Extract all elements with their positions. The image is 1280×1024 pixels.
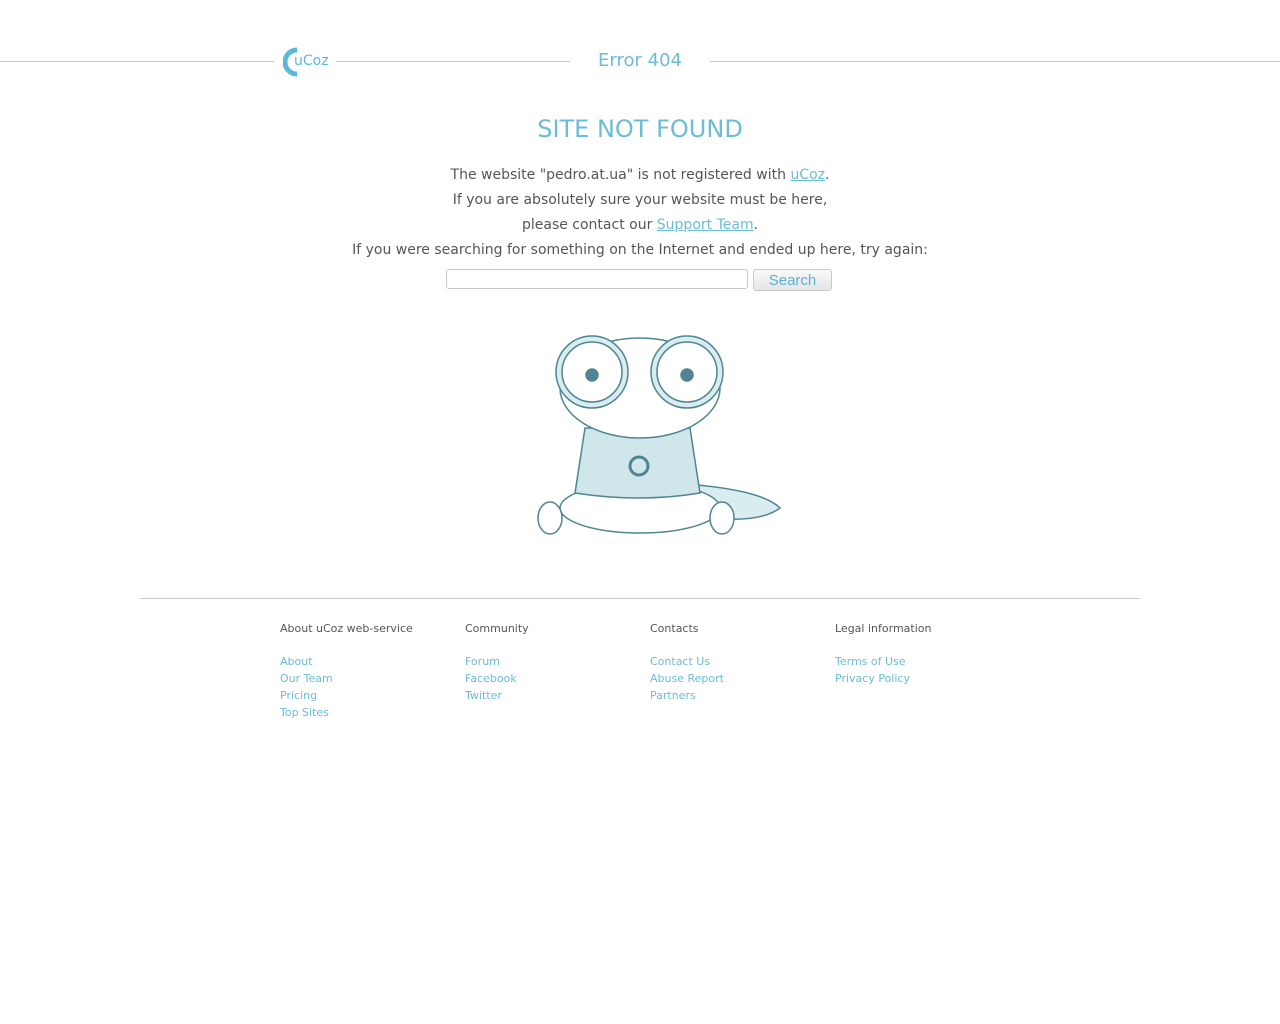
support-team-link[interactable]: Support Team	[657, 217, 754, 233]
footer-divider	[140, 598, 1140, 599]
footer-column: Legal information Terms of Use Privacy Pol…	[835, 622, 931, 687]
header-line-left	[0, 61, 274, 62]
footer-column-title: About uCoz web-service	[280, 622, 413, 635]
footer-link[interactable]: Terms of Use	[835, 653, 931, 670]
footer-column: About uCoz web-service About Our Team Prici…	[280, 622, 413, 721]
footer-link[interactable]: About	[280, 653, 413, 670]
page-title: SITE NOT FOUND	[537, 115, 743, 143]
footer-link[interactable]: Abuse Report	[650, 670, 724, 687]
footer-column: Community Forum Facebook Twitter	[465, 622, 529, 704]
footer-link[interactable]: Pricing	[280, 687, 413, 704]
footer-link[interactable]: Contact Us	[650, 653, 724, 670]
footer-column-title: Community	[465, 622, 529, 635]
search-form: Search	[446, 269, 832, 291]
footer-link[interactable]: Our Team	[280, 670, 413, 687]
footer-link[interactable]: Top Sites	[280, 704, 413, 721]
header-line-right	[710, 61, 1280, 62]
search-button[interactable]: Search	[753, 269, 832, 291]
header-line-mid	[336, 61, 570, 62]
footer-column-title: Legal information	[835, 622, 932, 635]
footer-link[interactable]: Forum	[465, 653, 529, 670]
footer-link[interactable]: Privacy Policy	[835, 670, 931, 687]
cat-with-binoculars-illustration	[537, 335, 782, 535]
message: The website "pedro.at.ua" is not registe…	[352, 167, 928, 258]
search-input[interactable]	[446, 269, 748, 289]
footer-link[interactable]: Twitter	[465, 687, 529, 704]
error-code: Error 404	[598, 50, 682, 71]
footer-link[interactable]: Partners	[650, 687, 724, 704]
footer-column-title: Contacts	[650, 622, 699, 635]
footer-column: Contacts Contact Us Abuse Report Partners	[650, 622, 724, 704]
footer-link[interactable]: Facebook	[465, 670, 529, 687]
ucoz-link[interactable]: uCoz	[790, 167, 825, 183]
